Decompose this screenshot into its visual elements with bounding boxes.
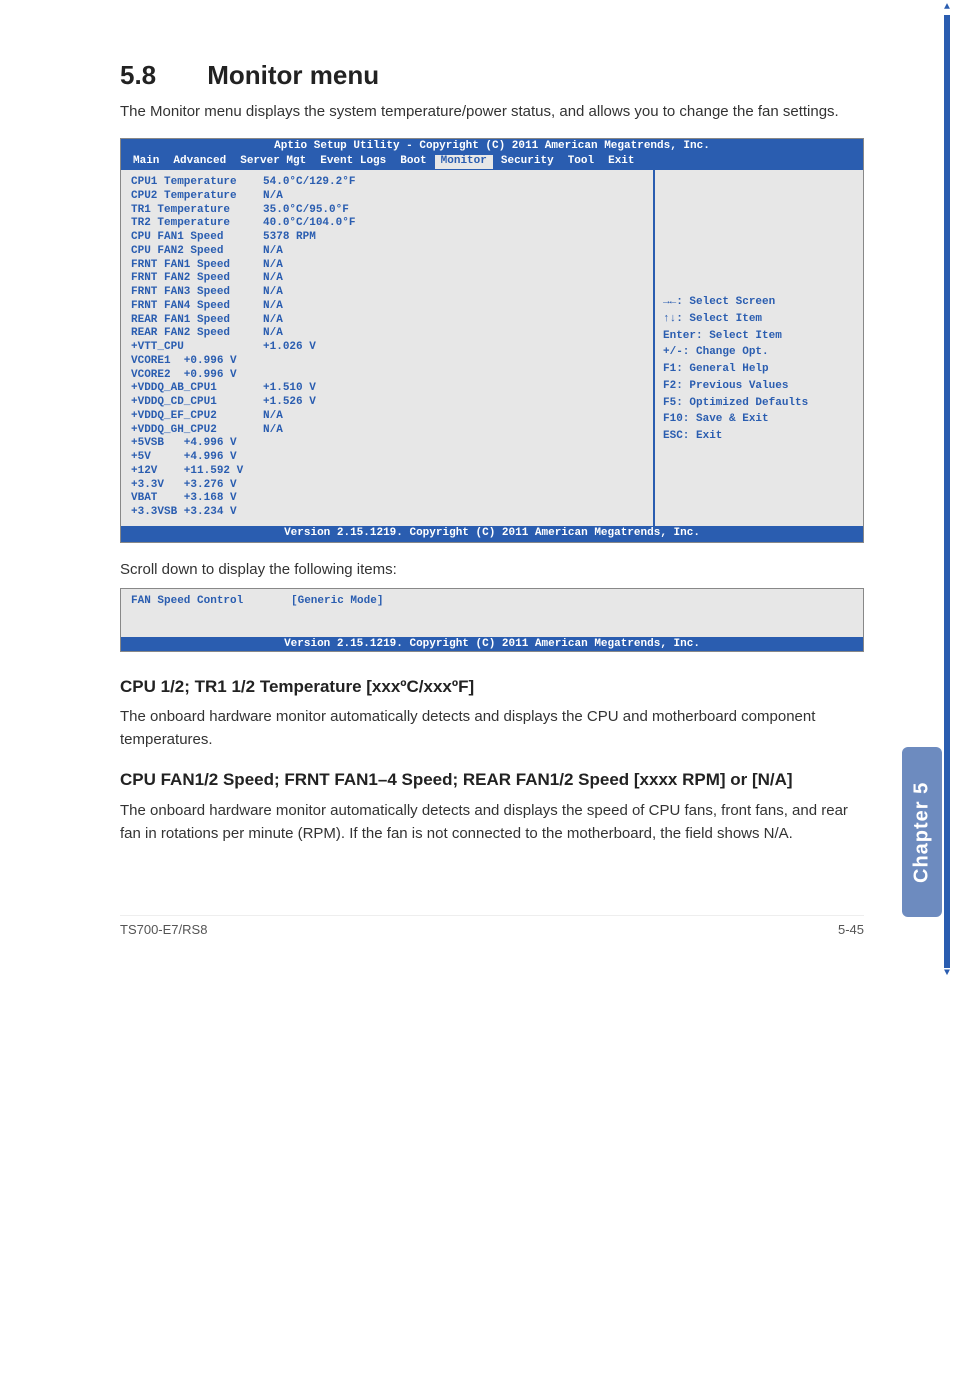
scroll-down-icon: ▼: [942, 968, 952, 981]
bios-help-line: +/-: Change Opt.: [663, 346, 855, 360]
bios-small-footer: Version 2.15.1219. Copyright (C) 2011 Am…: [121, 637, 863, 651]
bios-help-line: F5: Optimized Defaults: [663, 397, 855, 411]
bios-small-body: FAN Speed Control[Generic Mode]: [121, 589, 863, 637]
section-heading: 5.8 Monitor menu: [120, 60, 864, 91]
bios-help-line: →←: Select Screen: [663, 296, 855, 310]
bios-scrollbar: ▲ ▼: [942, 2, 952, 975]
bios-menu-item: Exit: [602, 155, 640, 169]
bios-help-line: F2: Previous Values: [663, 380, 855, 394]
bios-help-line: F10: Save & Exit: [663, 413, 855, 427]
bios-menu-item: Boot: [394, 155, 432, 169]
bios-title-bar: Aptio Setup Utility - Copyright (C) 2011…: [121, 139, 863, 155]
chapter-tab: Chapter 5: [902, 747, 942, 917]
bios-footer: Version 2.15.1219. Copyright (C) 2011 Am…: [121, 526, 863, 542]
bios-screenshot: Aptio Setup Utility - Copyright (C) 2011…: [120, 138, 864, 543]
bios-help-line: F1: General Help: [663, 363, 855, 377]
sub2-heading: CPU FAN1/2 Speed; FRNT FAN1–4 Speed; REA…: [120, 769, 864, 792]
bios-menu-item: Advanced: [167, 155, 232, 169]
bios-help-line: ↑↓: Select Item: [663, 313, 855, 327]
page-footer: TS700-E7/RS8 5-45: [120, 915, 864, 937]
bios-menu-item: Server Mgt: [234, 155, 312, 169]
bios-menu-item: Event Logs: [314, 155, 392, 169]
scroll-up-icon: ▲: [942, 2, 952, 15]
bios-screenshot-small: FAN Speed Control[Generic Mode] Version …: [120, 588, 864, 652]
bios-body: CPU1 Temperature 54.0°C/129.2°F CPU2 Tem…: [121, 170, 863, 526]
bios-menu-item: Tool: [562, 155, 600, 169]
footer-right: 5-45: [838, 922, 864, 937]
bios-menu-bar: MainAdvancedServer MgtEvent LogsBootMoni…: [121, 154, 863, 170]
scroll-note: Scroll down to display the following ite…: [120, 561, 864, 578]
bios-menu-item: Monitor: [435, 155, 493, 169]
sub2-body: The onboard hardware monitor automatical…: [120, 800, 864, 845]
bios-help-line: ESC: Exit: [663, 430, 855, 444]
footer-left: TS700-E7/RS8: [120, 922, 207, 937]
bios-help-pane: →←: Select Screen ↑↓: Select Item Enter: S…: [653, 170, 863, 526]
bios-help-line: Enter: Select Item: [663, 330, 855, 344]
section-number: 5.8: [120, 60, 200, 91]
sub1-body: The onboard hardware monitor automatical…: [120, 706, 864, 751]
section-title: Monitor menu: [207, 60, 379, 90]
fan-speed-label: FAN Speed Control: [131, 595, 291, 607]
fan-speed-value: [Generic Mode]: [291, 595, 383, 607]
bios-menu-item: Main: [127, 155, 165, 169]
bios-menu-item: Security: [495, 155, 560, 169]
sub1-heading: CPU 1/2; TR1 1/2 Temperature [xxxºC/xxxº…: [120, 676, 864, 699]
bios-settings-list: CPU1 Temperature 54.0°C/129.2°F CPU2 Tem…: [121, 170, 653, 526]
intro-paragraph: The Monitor menu displays the system tem…: [120, 101, 864, 124]
